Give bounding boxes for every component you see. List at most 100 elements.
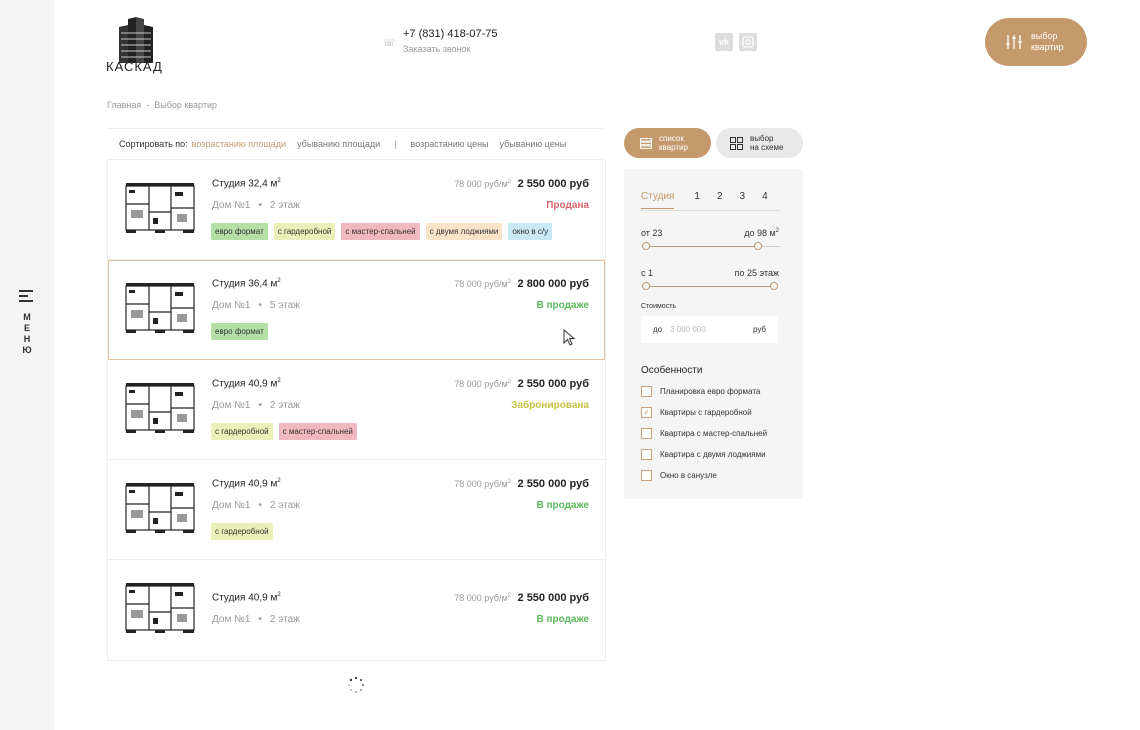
menu-label[interactable]: МЕНЮ xyxy=(22,312,32,356)
apartment-price: 2 550 000 руб xyxy=(517,592,589,604)
status-badge: Забронирована xyxy=(511,400,589,411)
checkbox[interactable] xyxy=(641,428,652,439)
checkbox[interactable]: ✓ xyxy=(641,407,652,418)
price-per-meter-text: 78 000 руб/м xyxy=(454,479,508,489)
feature-tags: евро формат xyxy=(211,323,268,340)
feature-tag: с гардеробной xyxy=(211,523,273,540)
sort-label: Сортировать по: xyxy=(119,138,188,149)
price-per-meter-text: 78 000 руб/м xyxy=(454,593,508,603)
floor-number: 2 этаж xyxy=(269,200,300,211)
area-slider-max-handle[interactable] xyxy=(754,242,762,250)
feature-label: Квартира с мастер-спальней xyxy=(660,429,768,438)
breadcrumb: Главная - Выбор квартир xyxy=(107,100,217,110)
filter-panel: Студия 1 2 3 4 от 23 до 98 м2 с 1 по 25 … xyxy=(624,169,803,499)
cost-placeholder: 3 000 000 xyxy=(670,325,706,334)
price-per-meter: 78 000 руб/м2 xyxy=(454,379,511,389)
menu-icon[interactable] xyxy=(19,290,33,302)
floor-slider-track xyxy=(646,286,774,287)
room-tab-studio[interactable]: Студия xyxy=(641,191,675,209)
floor-plan-image[interactable] xyxy=(125,582,195,634)
floor-plan-image[interactable] xyxy=(125,282,195,334)
breadcrumb-home[interactable]: Главная xyxy=(107,100,141,110)
sort-price-asc[interactable]: возрастанию цены xyxy=(411,139,489,149)
vk-icon[interactable]: vk xyxy=(715,33,733,51)
apartment-card[interactable]: Студия 40,9 м2 Дом №1 • 2 этаж 78 000 руб/… xyxy=(108,460,605,560)
breadcrumb-separator: - xyxy=(146,100,150,110)
area-to-sup: 2 xyxy=(775,228,779,234)
feature-checkbox-row[interactable]: Планировка евро формата xyxy=(641,386,760,397)
apartment-title[interactable]: Студия 40,9 м2 xyxy=(212,592,281,603)
feature-tag: евро формат xyxy=(211,323,268,340)
room-tab-4[interactable]: 4 xyxy=(762,191,768,209)
feature-label: Квартира с двумя лоджиями xyxy=(660,450,766,459)
floor-to-label: по 25 этаж xyxy=(734,268,779,278)
checkbox[interactable] xyxy=(641,386,652,397)
floor-slider-max-handle[interactable] xyxy=(770,282,778,290)
floor-plan-image[interactable] xyxy=(125,482,195,534)
sort-area-asc[interactable]: возрастанию площади xyxy=(192,139,286,149)
cost-input[interactable]: до 3 000 000 руб xyxy=(641,316,778,343)
apartment-location: Дом №1 • 5 этаж xyxy=(212,300,300,311)
apartment-title[interactable]: Студия 32,4 м2 xyxy=(212,178,281,189)
price-per-meter: 78 000 руб/м2 xyxy=(454,179,511,189)
floor-plan-image[interactable] xyxy=(125,382,195,434)
price-per-meter-sup: 2 xyxy=(507,279,511,285)
house-number: Дом №1 xyxy=(212,300,251,311)
house-number: Дом №1 xyxy=(212,614,251,625)
apartment-card[interactable]: Студия 40,9 м2 Дом №1 • 2 этаж 78 000 руб/… xyxy=(108,360,605,460)
price-per-meter-sup: 2 xyxy=(507,179,511,185)
apartment-title-text: Студия 40,9 м xyxy=(212,592,278,604)
feature-checkbox-row[interactable]: ✓ Квартиры с гардеробной xyxy=(641,407,752,418)
choose-apartment-button[interactable]: выбор квартир xyxy=(985,18,1087,66)
apartment-title-sup: 2 xyxy=(277,278,281,284)
area-to-text: до 98 м xyxy=(744,228,776,238)
house-number: Дом №1 xyxy=(212,200,251,211)
price-per-meter-sup: 2 xyxy=(507,379,511,385)
feature-tags: евро формат с гардеробной с мастер-спальне… xyxy=(211,223,553,240)
apartment-title-sup: 2 xyxy=(277,378,281,384)
house-number: Дом №1 xyxy=(212,400,251,411)
cost-label: Стоимость xyxy=(641,303,677,310)
feature-tags: с гардеробной с мастер-спальней xyxy=(211,423,357,440)
feature-tag: с гардеробной xyxy=(211,423,273,440)
feature-checkbox-row[interactable]: Окно в санузле xyxy=(641,470,717,481)
status-badge: В продаже xyxy=(536,300,589,311)
choose-button-line1: выбор xyxy=(1031,31,1058,41)
instagram-icon[interactable] xyxy=(739,33,757,51)
dot-separator: • xyxy=(258,300,262,311)
callback-link[interactable]: Заказать звонок xyxy=(403,44,470,54)
list-view-line2: квартир xyxy=(659,143,688,152)
mouse-cursor-icon xyxy=(563,329,576,346)
apartment-card[interactable]: Студия 32,4 м2 Дом №1 • 2 этаж 78 000 руб/… xyxy=(108,160,605,260)
apartment-location: Дом №1 • 2 этаж xyxy=(212,200,300,211)
apartment-price: 2 550 000 руб xyxy=(517,478,589,490)
floor-slider-min-handle[interactable] xyxy=(642,282,650,290)
apartment-title[interactable]: Студия 36,4 м2 xyxy=(212,278,281,289)
room-tab-1[interactable]: 1 xyxy=(694,191,700,209)
feature-checkbox-row[interactable]: Квартира с двумя лоджиями xyxy=(641,449,766,460)
room-tab-3[interactable]: 3 xyxy=(740,191,746,209)
features-title: Особенности xyxy=(641,365,703,376)
floor-plan-image[interactable] xyxy=(125,182,195,234)
room-tab-2[interactable]: 2 xyxy=(717,191,723,209)
apartment-card[interactable]: Студия 36,4 м2 Дом №1 • 5 этаж 78 000 руб/… xyxy=(108,260,605,360)
feature-checkbox-row[interactable]: Квартира с мастер-спальней xyxy=(641,428,767,439)
room-tabs-underline xyxy=(641,210,780,211)
apartment-title[interactable]: Студия 40,9 м2 xyxy=(212,478,281,489)
dot-separator: • xyxy=(258,614,262,625)
sort-price-desc[interactable]: убыванию цены xyxy=(500,139,567,149)
price-per-meter-sup: 2 xyxy=(507,593,511,599)
apartment-card[interactable]: Студия 40,9 м2 Дом №1 • 2 этаж 78 000 руб/… xyxy=(108,560,605,660)
room-tabs: Студия 1 2 3 4 xyxy=(641,191,785,209)
checkbox[interactable] xyxy=(641,470,652,481)
apartment-title[interactable]: Студия 40,9 м2 xyxy=(212,378,281,389)
phone-number[interactable]: +7 (831) 418-07-75 xyxy=(403,28,497,40)
area-slider-min-handle[interactable] xyxy=(642,242,650,250)
scheme-view-button[interactable]: выбор на схеме xyxy=(716,128,803,158)
price-per-meter-text: 78 000 руб/м xyxy=(454,279,508,289)
sort-area-desc[interactable]: убыванию площади xyxy=(297,139,380,149)
apartment-title-sup: 2 xyxy=(277,592,281,598)
list-view-button[interactable]: список квартир xyxy=(624,128,711,158)
price-per-meter-sup: 2 xyxy=(507,479,511,485)
checkbox[interactable] xyxy=(641,449,652,460)
